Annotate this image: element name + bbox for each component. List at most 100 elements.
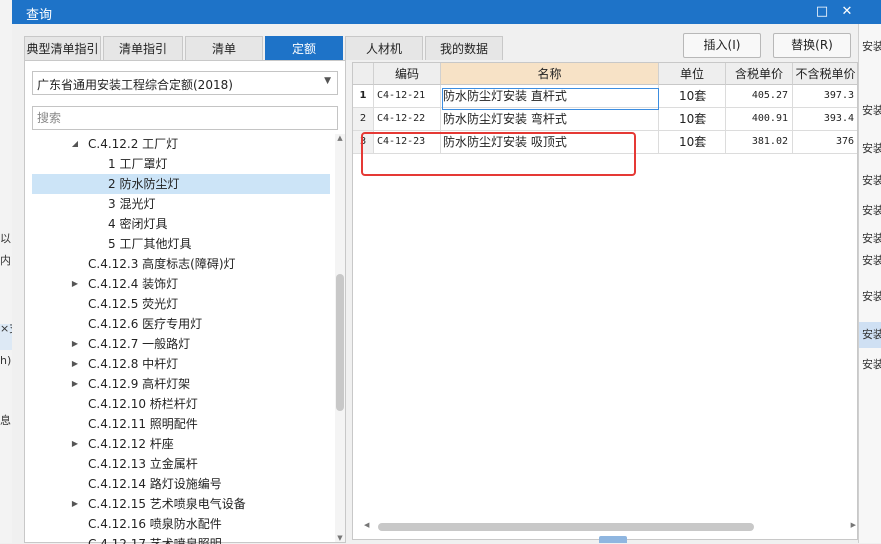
tree-node[interactable]: ▶ C.4.12.9 高杆灯架 [32,374,330,394]
library-select-value: 广东省通用安装工程综合定额(2018) [37,78,233,92]
dialog-titlebar[interactable]: 查询 □ ✕ [12,0,881,24]
quota-name[interactable]: 防水防尘灯安装 直杆式 [441,85,659,108]
quota-results-grid: 编码 名称 单位 含税单价 不含税单价 1 C4-12-21 防水防尘灯安装 直… [352,62,858,540]
tree-node[interactable]: ◢ C.4.12.2 工厂灯 [32,134,330,154]
expand-icon[interactable]: ▶ [70,374,80,394]
tree-node-label: C.4.12.11 照明配件 [88,417,198,431]
scrollbar-thumb[interactable] [378,523,754,531]
library-select[interactable]: 广东省通用安装工程综合定额(2018) ▼ [32,71,338,95]
tree-node-label: 2 防水防尘灯 [108,177,180,191]
quota-tree: ◢ C.4.12.2 工厂灯 1 工厂罩灯 2 防水防尘灯 3 混光灯 4 密闭… [32,134,330,544]
tree-node-label: C.4.12.13 立金属杆 [88,457,198,471]
search-input[interactable] [32,106,338,130]
scroll-right-icon[interactable]: ▶ [851,521,856,529]
quota-price-with-tax[interactable]: 405.27 [726,85,793,108]
column-header-unit[interactable]: 单位 [659,63,726,85]
column-header-price-with-tax[interactable]: 含税单价 [726,63,793,85]
column-header-name[interactable]: 名称 [441,63,659,85]
query-dialog: 查询 □ ✕ 典型清单指引 清单指引 清单 定额 人材机 我的数据 插入(I) … [12,0,881,544]
tree-node[interactable]: ▶ C.4.12.8 中杆灯 [32,354,330,374]
background-left-text: 息 [0,414,11,427]
tree-vertical-scrollbar[interactable]: ▲ ▼ [335,134,345,542]
quota-unit[interactable]: 10套 [659,131,726,154]
column-header-rownum [353,63,374,85]
replace-button[interactable]: 替换(R) [773,33,851,58]
quota-code[interactable]: C4-12-22 [374,108,441,131]
tree-node[interactable]: ▶ C.4.12.4 装饰灯 [32,274,330,294]
row-number[interactable]: 2 [353,108,374,131]
tree-node[interactable]: ▶ C.4.12.12 杆座 [32,434,330,454]
tab-bill[interactable]: 清单 [185,36,263,60]
background-right-text: 安装 [862,104,881,117]
row-number[interactable]: 1 [353,85,374,108]
tree-node[interactable]: ▶ C.4.12.7 一般路灯 [32,334,330,354]
quota-price-without-tax[interactable]: 393.4 [793,108,857,131]
tree-node-label: 1 工厂罩灯 [108,157,168,171]
chevron-down-icon[interactable]: ▼ [324,76,331,86]
background-right-text: 安装 [862,174,881,187]
scroll-left-icon[interactable]: ◀ [364,521,369,529]
tree-node[interactable]: C.4.12.10 桥栏杆灯 [32,394,330,414]
tab-bill-guide[interactable]: 清单指引 [103,36,183,60]
tree-node[interactable]: 1 工厂罩灯 [32,154,330,174]
tree-node[interactable]: C.4.12.13 立金属杆 [32,454,330,474]
column-header-price-without-tax[interactable]: 不含税单价 [793,63,857,85]
expand-icon[interactable]: ▶ [70,354,80,374]
tab-labor-material-machine[interactable]: 人材机 [345,36,423,60]
tree-node-label: C.4.12.16 喷泉防水配件 [88,517,222,531]
quota-name[interactable]: 防水防尘灯安装 吸顶式 [441,131,659,154]
tab-my-data[interactable]: 我的数据 [425,36,503,60]
panel-resize-grip[interactable] [599,536,627,543]
expand-icon[interactable]: ▶ [70,274,80,294]
tree-node[interactable]: 4 密闭灯具 [32,214,330,234]
tree-node-selected[interactable]: 2 防水防尘灯 [32,174,330,194]
quota-code[interactable]: C4-12-21 [374,85,441,108]
tab-typical-bill-guide[interactable]: 典型清单指引 [24,36,101,60]
tree-node[interactable]: 5 工厂其他灯具 [32,234,330,254]
background-left-text: 以F [0,232,12,245]
tree-node-label: C.4.12.3 高度标志(障碍)灯 [88,257,236,271]
tree-node-label: C.4.12.4 装饰灯 [88,277,179,291]
tree-node[interactable]: C.4.12.11 照明配件 [32,414,330,434]
tree-node[interactable]: C.4.12.16 喷泉防水配件 [32,514,330,534]
tree-node[interactable]: C.4.12.14 路灯设施编号 [32,474,330,494]
quota-price-with-tax[interactable]: 381.02 [726,131,793,154]
background-right-panel: 安装 安装 安装 安装 安装 安装 安装 安装 安装 安装 [858,22,881,543]
tree-node[interactable]: C.4.12.3 高度标志(障碍)灯 [32,254,330,274]
quota-price-without-tax[interactable]: 397.3 [793,85,857,108]
tree-node[interactable]: 3 混光灯 [32,194,330,214]
close-icon[interactable]: ✕ [838,3,856,21]
row-number[interactable]: 3 [353,131,374,154]
tree-node-label: C.4.12.9 高杆灯架 [88,377,191,391]
column-header-code[interactable]: 编码 [374,63,441,85]
quota-price-without-tax[interactable]: 376 [793,131,857,154]
tree-node[interactable]: ▶ C.4.12.15 艺术喷泉电气设备 [32,494,330,514]
grid-horizontal-scrollbar[interactable]: ◀ ▶ [364,521,856,533]
background-right-text: 安装 [862,40,881,53]
background-left-text: ×支 [0,322,12,335]
insert-button[interactable]: 插入(I) [683,33,761,58]
tree-node-label: C.4.12.10 桥栏杆灯 [88,397,198,411]
scrollbar-thumb[interactable] [336,274,344,411]
background-right-text: 安装 [862,328,881,341]
tree-node-label: C.4.12.6 医疗专用灯 [88,317,203,331]
quota-unit[interactable]: 10套 [659,108,726,131]
tab-quota[interactable]: 定额 [265,36,343,60]
expand-collapse-icon[interactable]: ◢ [70,134,80,154]
expand-icon[interactable]: ▶ [70,494,80,514]
tree-node-label: 5 工厂其他灯具 [108,237,192,251]
scroll-down-icon[interactable]: ▼ [335,534,345,542]
quota-name[interactable]: 防水防尘灯安装 弯杆式 [441,108,659,131]
quota-price-with-tax[interactable]: 400.91 [726,108,793,131]
expand-icon[interactable]: ▶ [70,434,80,454]
quota-code[interactable]: C4-12-23 [374,131,441,154]
tree-node-label: C.4.12.14 路灯设施编号 [88,477,222,491]
tree-node[interactable]: C.4.12.5 荧光灯 [32,294,330,314]
scroll-up-icon[interactable]: ▲ [335,134,345,142]
quota-unit[interactable]: 10套 [659,85,726,108]
tree-node-label: 3 混光灯 [108,197,156,211]
tree-node-label: C.4.12.2 工厂灯 [88,137,179,151]
expand-icon[interactable]: ▶ [70,334,80,354]
tree-node[interactable]: C.4.12.6 医疗专用灯 [32,314,330,334]
maximize-icon[interactable]: □ [813,3,831,21]
